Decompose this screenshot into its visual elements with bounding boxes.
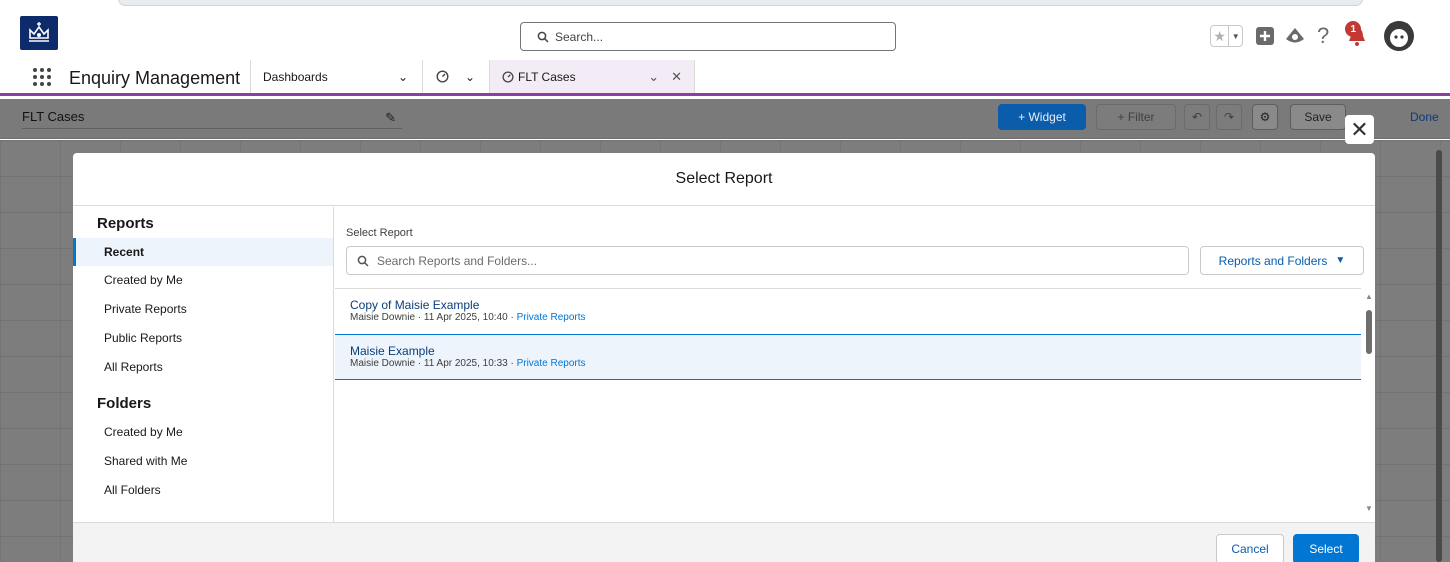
sidebar-item-recent[interactable]: Recent	[73, 238, 333, 266]
settings-gear-icon[interactable]: ⚙	[1252, 104, 1278, 130]
dashboard-tab-icon	[502, 70, 514, 83]
undo-icon[interactable]: ↶	[1184, 104, 1210, 130]
crown-logo-icon	[29, 22, 49, 42]
tab-flt-cases-label: FLT Cases	[518, 69, 576, 84]
sidebar-item-folders-created-by-me[interactable]: Created by Me	[73, 418, 333, 446]
edit-pencil-icon[interactable]: ✎	[385, 110, 396, 126]
nav-item-dashboards[interactable]: Dashboards	[263, 60, 328, 93]
global-actions-plus-icon[interactable]	[1256, 27, 1274, 45]
help-icon[interactable]: ?	[1317, 23, 1329, 49]
scroll-up-arrow-icon[interactable]: ▲	[1365, 292, 1373, 301]
report-meta: Maisie Downie · 11 Apr 2025, 10:40 · Pri…	[350, 312, 1361, 323]
report-folder-link[interactable]: Private Reports	[517, 358, 586, 369]
results-scrollbar[interactable]: ▲ ▼	[1364, 290, 1374, 520]
done-button[interactable]: Done	[1410, 110, 1439, 124]
nav-divider	[250, 60, 251, 93]
app-name: Enquiry Management	[69, 68, 241, 88]
search-icon	[357, 255, 369, 267]
sidebar-item-shared-with-me[interactable]: Shared with Me	[73, 447, 333, 475]
header-utility-icons: ★ ▼ ? 1	[1210, 20, 1415, 52]
tab-menu-chevron-down-icon[interactable]: ⌄	[648, 69, 659, 85]
favorites-group[interactable]: ★ ▼	[1210, 25, 1243, 47]
browser-frame-edge	[118, 0, 1363, 6]
global-header: Search... ★ ▼ ? 1	[0, 0, 1450, 60]
modal-title: Select Report	[73, 153, 1375, 206]
modal-footer: Cancel Select	[73, 522, 1375, 562]
report-owner-date: Maisie Downie · 11 Apr 2025, 10:40 ·	[350, 312, 517, 323]
notifications-bell-icon[interactable]: 1	[1345, 21, 1367, 47]
report-source-sidebar: Reports Recent Created by Me Private Rep…	[73, 207, 333, 522]
report-results-list: Copy of Maisie Example Maisie Downie · 1…	[335, 288, 1361, 521]
org-logo[interactable]	[20, 16, 58, 50]
reports-and-folders-label: Reports and Folders	[1218, 253, 1328, 268]
report-name[interactable]: Maisie Example	[350, 345, 1361, 358]
modal-close-icon[interactable]: ✕	[1345, 115, 1374, 144]
results-scrollbar-thumb[interactable]	[1366, 310, 1372, 354]
reports-heading: Reports	[97, 215, 154, 232]
reports-and-folders-dropdown[interactable]: Reports and Folders ▼	[1200, 246, 1364, 275]
report-meta: Maisie Downie · 11 Apr 2025, 10:33 · Pri…	[350, 358, 1361, 369]
dashboard-editor-toolbar: FLT Cases ✎ + Widget + Filter ↶ ↷ ⚙ Save…	[0, 99, 1450, 139]
report-folder-link[interactable]: Private Reports	[517, 312, 586, 323]
search-icon	[537, 31, 549, 43]
app-launcher-icon[interactable]	[33, 68, 51, 86]
select-report-modal: Select Report Reports Recent Created by …	[73, 153, 1375, 562]
add-filter-button[interactable]: + Filter	[1096, 104, 1176, 130]
sidebar-item-all-reports[interactable]: All Reports	[73, 353, 333, 381]
dashboard-object-icon[interactable]	[436, 60, 449, 93]
app-navigation-bar: Enquiry Management Dashboards ⌄ ⌄ FLT Ca…	[0, 60, 1450, 96]
folders-heading: Folders	[97, 395, 152, 412]
dashboard-title-field[interactable]: FLT Cases ✎	[22, 107, 402, 129]
report-row-selected[interactable]: Maisie Example Maisie Downie · 11 Apr 20…	[335, 334, 1361, 380]
sidebar-item-private-reports[interactable]: Private Reports	[73, 295, 333, 323]
sidebar-item-public-reports[interactable]: Public Reports	[73, 324, 333, 352]
save-button[interactable]: Save	[1290, 104, 1346, 130]
user-avatar-icon[interactable]	[1383, 20, 1415, 52]
select-report-label: Select Report	[346, 227, 413, 239]
redo-icon[interactable]: ↷	[1216, 104, 1242, 130]
select-button[interactable]: Select	[1293, 534, 1359, 562]
dashboards-menu-chevron-down-icon[interactable]: ⌄	[398, 60, 408, 93]
global-search-placeholder: Search...	[555, 29, 604, 44]
sidebar-item-created-by-me[interactable]: Created by Me	[73, 266, 333, 294]
tab-overflow-chevron-down-icon[interactable]: ⌄	[465, 60, 475, 93]
global-search-input[interactable]: Search...	[520, 22, 896, 51]
nav-divider	[422, 60, 423, 93]
cancel-button[interactable]: Cancel	[1216, 534, 1284, 562]
tab-close-icon[interactable]: ✕	[671, 69, 682, 85]
report-row[interactable]: Copy of Maisie Example Maisie Downie · 1…	[335, 289, 1361, 335]
caret-down-icon: ▼	[1335, 255, 1346, 266]
add-widget-button[interactable]: + Widget	[998, 104, 1086, 130]
report-search-input[interactable]: Search Reports and Folders...	[346, 246, 1189, 275]
sidebar-item-all-folders[interactable]: All Folders	[73, 476, 333, 504]
report-search-placeholder: Search Reports and Folders...	[377, 253, 538, 268]
favorites-menu-icon[interactable]: ▼	[1228, 26, 1242, 46]
scroll-down-arrow-icon[interactable]: ▼	[1365, 504, 1373, 513]
report-name[interactable]: Copy of Maisie Example	[350, 299, 1361, 312]
report-picker-panel: Select Report Search Reports and Folders…	[333, 207, 1375, 522]
page-scrollbar[interactable]	[1436, 150, 1442, 562]
dashboard-title: FLT Cases	[22, 109, 85, 124]
favorites-star-icon[interactable]: ★	[1211, 28, 1228, 45]
report-owner-date: Maisie Downie · 11 Apr 2025, 10:33 ·	[350, 358, 517, 369]
tab-flt-cases[interactable]: FLT Cases ⌄ ✕	[489, 60, 695, 93]
trailhead-icon[interactable]	[1285, 27, 1305, 45]
